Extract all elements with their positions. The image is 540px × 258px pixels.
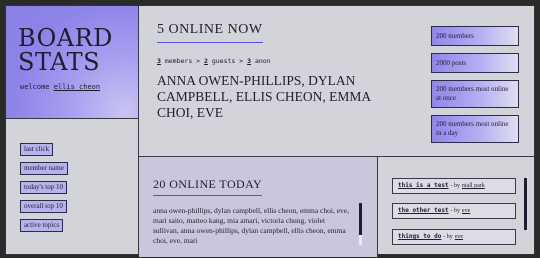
separator: > <box>196 57 201 65</box>
guests-count: 2 <box>204 57 208 65</box>
anon-count: 3 <box>247 57 252 65</box>
stat-members-label: 200 members <box>436 31 474 40</box>
threads-scroll-thumb[interactable] <box>524 178 527 230</box>
thread-title-link[interactable]: this is a test <box>398 182 449 189</box>
welcome-message: welcome ellis cheon <box>20 83 100 91</box>
board-stats-widget: BOARD STATS welcome ellis cheon 5 ONLINE… <box>5 5 535 257</box>
online-now-names: ANNA OWEN-PHILLIPS, DYLAN CAMPBELL, ELLI… <box>157 73 371 120</box>
guests-label: guests <box>211 57 236 65</box>
thread-author-link[interactable]: eve <box>462 208 470 214</box>
stat-posts: 2000 posts <box>431 53 519 73</box>
members-count: 3 <box>157 57 161 65</box>
online-now-panel: 5 ONLINE NOW 3 members > 2 guests > 3 an… <box>139 6 535 156</box>
stat-most-online-day-label: 200 members most online in a day <box>436 120 509 137</box>
stat-most-online-day: 200 members most online in a day <box>431 115 519 143</box>
brand-title-line2: STATS <box>18 48 101 76</box>
thread-item[interactable]: the other test - by eve <box>392 203 516 219</box>
nav-overall-top-10[interactable]: overall top 10 <box>20 200 67 213</box>
nav-member-name[interactable]: member name <box>20 162 68 175</box>
thread-title-link[interactable]: things to do <box>398 233 441 240</box>
online-today-names: anna owen-phillips, dylan campbell, elli… <box>153 206 349 245</box>
thread-item[interactable]: this is a test - by niall park <box>392 178 516 194</box>
online-counts: 3 members > 2 guests > 3 anon <box>157 57 271 65</box>
anon-label: anon <box>254 57 271 65</box>
thread-author-link[interactable]: niall park <box>462 183 485 189</box>
thread-item[interactable]: things to do - by eve <box>392 229 516 245</box>
thread-by-label: - by <box>450 183 461 189</box>
welcome-label: welcome <box>20 83 50 91</box>
thread-by-label: - by <box>443 234 453 240</box>
nav-active-topics[interactable]: active topics <box>20 219 64 232</box>
stat-most-online-once-label: 200 members most online at once <box>436 85 509 102</box>
brand-title: BOARD STATS <box>18 26 113 74</box>
thread-by-label: - by <box>450 208 461 214</box>
online-now-title: 5 ONLINE NOW <box>157 22 263 43</box>
nav-last-click[interactable]: last click <box>20 143 54 156</box>
thread-title-link[interactable]: the other test <box>398 207 449 214</box>
online-today-scroll-thumb[interactable] <box>359 203 362 235</box>
online-today-scrollbar[interactable] <box>359 203 362 245</box>
thread-author-link[interactable]: eve <box>455 234 463 240</box>
stat-posts-label: 2000 posts <box>436 58 467 67</box>
online-today-panel: 20 ONLINE TODAY anna owen-phillips, dyla… <box>139 156 378 257</box>
brand-panel: BOARD STATS welcome ellis cheon <box>6 6 139 119</box>
threads-scrollbar[interactable] <box>524 178 527 230</box>
brand-title-line1: BOARD <box>18 24 113 52</box>
recent-threads-panel: this is a test - by niall park the other… <box>378 156 535 257</box>
stats-list: 200 members 2000 posts 200 members most … <box>431 26 519 150</box>
separator: > <box>239 57 244 65</box>
nav-panel: last click member name today's top 10 ov… <box>6 119 139 256</box>
welcome-username-link[interactable]: ellis cheon <box>54 83 100 91</box>
stat-members: 200 members <box>431 26 519 46</box>
nav-todays-top-10[interactable]: today's top 10 <box>20 181 67 194</box>
stat-most-online-once: 200 members most online at once <box>431 80 519 108</box>
members-label: members <box>164 57 193 65</box>
online-today-title: 20 ONLINE TODAY <box>153 177 263 196</box>
